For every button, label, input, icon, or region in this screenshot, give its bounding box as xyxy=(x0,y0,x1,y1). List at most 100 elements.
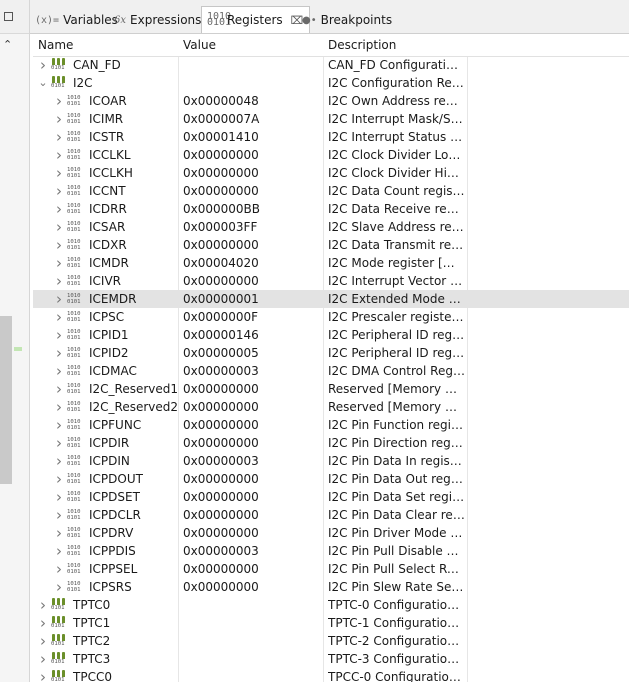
register-value[interactable] xyxy=(183,668,321,682)
register-row[interactable]: › 1010 0101 ICPID2 0x00000005 I2C Peripheral … xyxy=(33,344,629,362)
register-value[interactable]: 0x000003FF xyxy=(183,218,321,236)
register-row[interactable]: › 1010 0101 ICMDR 0x00004020 I2C Mode registe… xyxy=(33,254,629,272)
register-group-row[interactable]: › 0101 CAN_FD CAN_FD Configuration ... xyxy=(33,56,629,74)
register-row[interactable]: › 1010 0101 ICIMR 0x0000007A I2C Interrupt Ma… xyxy=(33,110,629,128)
register-group-row[interactable]: › 0101 TPTC2 TPTC-2 Configuration R... xyxy=(33,632,629,650)
chevron-right-icon[interactable]: › xyxy=(53,542,65,560)
register-value[interactable]: 0x00000001 xyxy=(183,290,321,308)
chevron-right-icon[interactable]: › xyxy=(37,614,49,632)
chevron-right-icon[interactable]: › xyxy=(53,416,65,434)
chevron-right-icon[interactable]: › xyxy=(53,236,65,254)
chevron-right-icon[interactable]: › xyxy=(37,650,49,668)
chevron-right-icon[interactable]: › xyxy=(53,308,65,326)
register-value[interactable]: 0x00000000 xyxy=(183,164,321,182)
register-row[interactable]: › 1010 0101 ICCLKH 0x00000000 I2C Clock Divid… xyxy=(33,164,629,182)
register-row[interactable]: › 1010 0101 ICPDRV 0x00000000 I2C Pin Driver … xyxy=(33,524,629,542)
chevron-right-icon[interactable]: › xyxy=(53,218,65,236)
chevron-right-icon[interactable]: › xyxy=(53,344,65,362)
chevron-right-icon[interactable]: › xyxy=(37,56,49,74)
register-row[interactable]: › 1010 0101 ICPDIR 0x00000000 I2C Pin Directi… xyxy=(33,434,629,452)
register-row[interactable]: › 1010 0101 ICEMDR 0x00000001 I2C Extended Mo… xyxy=(33,290,629,308)
register-row[interactable]: › 1010 0101 ICPDOUT 0x00000000 I2C Pin Data O… xyxy=(33,470,629,488)
chevron-right-icon[interactable]: › xyxy=(37,632,49,650)
chevron-right-icon[interactable]: › xyxy=(53,524,65,542)
register-row[interactable]: › 1010 0101 I2C_Reserved2 0x00000000 Reserved… xyxy=(33,398,629,416)
chevron-right-icon[interactable]: › xyxy=(53,380,65,398)
register-value[interactable] xyxy=(183,614,321,632)
register-value[interactable]: 0x00000003 xyxy=(183,362,321,380)
chevron-right-icon[interactable]: › xyxy=(53,326,65,344)
register-value[interactable] xyxy=(183,596,321,614)
register-row[interactable]: › 1010 0101 ICCLKL 0x00000000 I2C Clock Divid… xyxy=(33,146,629,164)
register-row[interactable]: › 1010 0101 ICCNT 0x00000000 I2C Data Count r… xyxy=(33,182,629,200)
chevron-right-icon[interactable]: › xyxy=(53,452,65,470)
chevron-right-icon[interactable]: › xyxy=(53,434,65,452)
column-header-description[interactable]: Description xyxy=(323,34,467,56)
column-header-value[interactable]: Value xyxy=(178,34,323,56)
register-row[interactable]: › 1010 0101 ICPDCLR 0x00000000 I2C Pin Data C… xyxy=(33,506,629,524)
chevron-right-icon[interactable]: › xyxy=(53,254,65,272)
register-group-row[interactable]: ⌄0101 I2C I2C Configuration Regis... xyxy=(33,74,629,92)
register-value[interactable]: 0x00000000 xyxy=(183,182,321,200)
tab-variables[interactable]: (x)= Variables xyxy=(35,8,118,32)
register-value[interactable]: 0x00000000 xyxy=(183,272,321,290)
register-row[interactable]: › 1010 0101 ICIVR 0x00000000 I2C Interrupt Ve… xyxy=(33,272,629,290)
register-group-row[interactable]: › 0101 TPTC3 TPTC-3 Configuration R... xyxy=(33,650,629,668)
register-row[interactable]: › 1010 0101 ICPDIN 0x00000003 I2C Pin Data In… xyxy=(33,452,629,470)
register-value[interactable]: 0x000000BB xyxy=(183,200,321,218)
register-value[interactable]: 0x00000146 xyxy=(183,326,321,344)
chevron-right-icon[interactable]: › xyxy=(53,470,65,488)
register-value[interactable]: 0x00000000 xyxy=(183,434,321,452)
register-row[interactable]: › 1010 0101 ICDMAC 0x00000003 I2C DMA Control… xyxy=(33,362,629,380)
chevron-right-icon[interactable]: › xyxy=(53,578,65,596)
register-value[interactable]: 0x0000000F xyxy=(183,308,321,326)
register-row[interactable]: › 1010 0101 ICPID1 0x00000146 I2C Peripheral … xyxy=(33,326,629,344)
register-row[interactable]: › 1010 0101 ICDXR 0x00000000 I2C Data Transmi… xyxy=(33,236,629,254)
register-value[interactable]: 0x00000000 xyxy=(183,488,321,506)
tab-expressions[interactable]: 6x Expressions xyxy=(114,8,201,32)
register-row[interactable]: › 1010 0101 ICPDSET 0x00000000 I2C Pin Data S… xyxy=(33,488,629,506)
chevron-right-icon[interactable]: › xyxy=(53,146,65,164)
chevron-right-icon[interactable]: › xyxy=(53,110,65,128)
chevron-right-icon[interactable]: › xyxy=(53,398,65,416)
tab-breakpoints[interactable]: ●• Breakpoints xyxy=(302,8,392,32)
register-row[interactable]: › 1010 0101 I2C_Reserved1 0x00000000 Reserved… xyxy=(33,380,629,398)
chevron-right-icon[interactable]: › xyxy=(53,272,65,290)
register-value[interactable]: 0x0000007A xyxy=(183,110,321,128)
chevron-up-icon[interactable]: ⌃ xyxy=(3,38,12,51)
register-row[interactable]: › 1010 0101 ICDRR 0x000000BB I2C Data Receive… xyxy=(33,200,629,218)
register-row[interactable]: › 1010 0101 ICPFUNC 0x00000000 I2C Pin Functi… xyxy=(33,416,629,434)
register-value[interactable] xyxy=(183,632,321,650)
chevron-right-icon[interactable]: › xyxy=(53,200,65,218)
register-group-row[interactable]: › 0101 TPCC0 TPCC-0 Configuration ... xyxy=(33,668,629,682)
tab-registers[interactable]: 1010 0101 Registers ⌧ xyxy=(201,6,311,33)
register-value[interactable]: 0x00000003 xyxy=(183,452,321,470)
register-row[interactable]: › 1010 0101 ICPSC 0x0000000F I2C Prescaler re… xyxy=(33,308,629,326)
register-value[interactable]: 0x00004020 xyxy=(183,254,321,272)
register-row[interactable]: › 1010 0101 ICSTR 0x00001410 I2C Interrupt St… xyxy=(33,128,629,146)
chevron-right-icon[interactable]: › xyxy=(53,290,65,308)
register-value[interactable]: 0x00000000 xyxy=(183,236,321,254)
register-value[interactable]: 0x00000000 xyxy=(183,380,321,398)
register-value[interactable]: 0x00001410 xyxy=(183,128,321,146)
register-value[interactable] xyxy=(183,74,321,92)
register-value[interactable]: 0x00000000 xyxy=(183,578,321,596)
chevron-down-icon[interactable]: ⌄ xyxy=(37,74,49,92)
register-value[interactable]: 0x00000000 xyxy=(183,470,321,488)
chevron-right-icon[interactable]: › xyxy=(53,362,65,380)
chevron-right-icon[interactable]: › xyxy=(37,596,49,614)
register-row[interactable]: › 1010 0101 ICPPDIS 0x00000003 I2C Pin Pull D… xyxy=(33,542,629,560)
chevron-right-icon[interactable]: › xyxy=(53,506,65,524)
register-value[interactable]: 0x00000000 xyxy=(183,146,321,164)
register-value[interactable] xyxy=(183,56,321,74)
chevron-right-icon[interactable]: › xyxy=(53,182,65,200)
maximize-icon[interactable] xyxy=(4,12,13,21)
register-value[interactable]: 0x00000003 xyxy=(183,542,321,560)
register-value[interactable]: 0x00000000 xyxy=(183,506,321,524)
register-row[interactable]: › 1010 0101 ICSAR 0x000003FF I2C Slave Addres… xyxy=(33,218,629,236)
chevron-right-icon[interactable]: › xyxy=(37,668,49,682)
chevron-right-icon[interactable]: › xyxy=(53,488,65,506)
register-value[interactable]: 0x00000000 xyxy=(183,416,321,434)
register-value[interactable]: 0x00000048 xyxy=(183,92,321,110)
register-group-row[interactable]: › 0101 TPTC0 TPTC-0 Configuration R... xyxy=(33,596,629,614)
